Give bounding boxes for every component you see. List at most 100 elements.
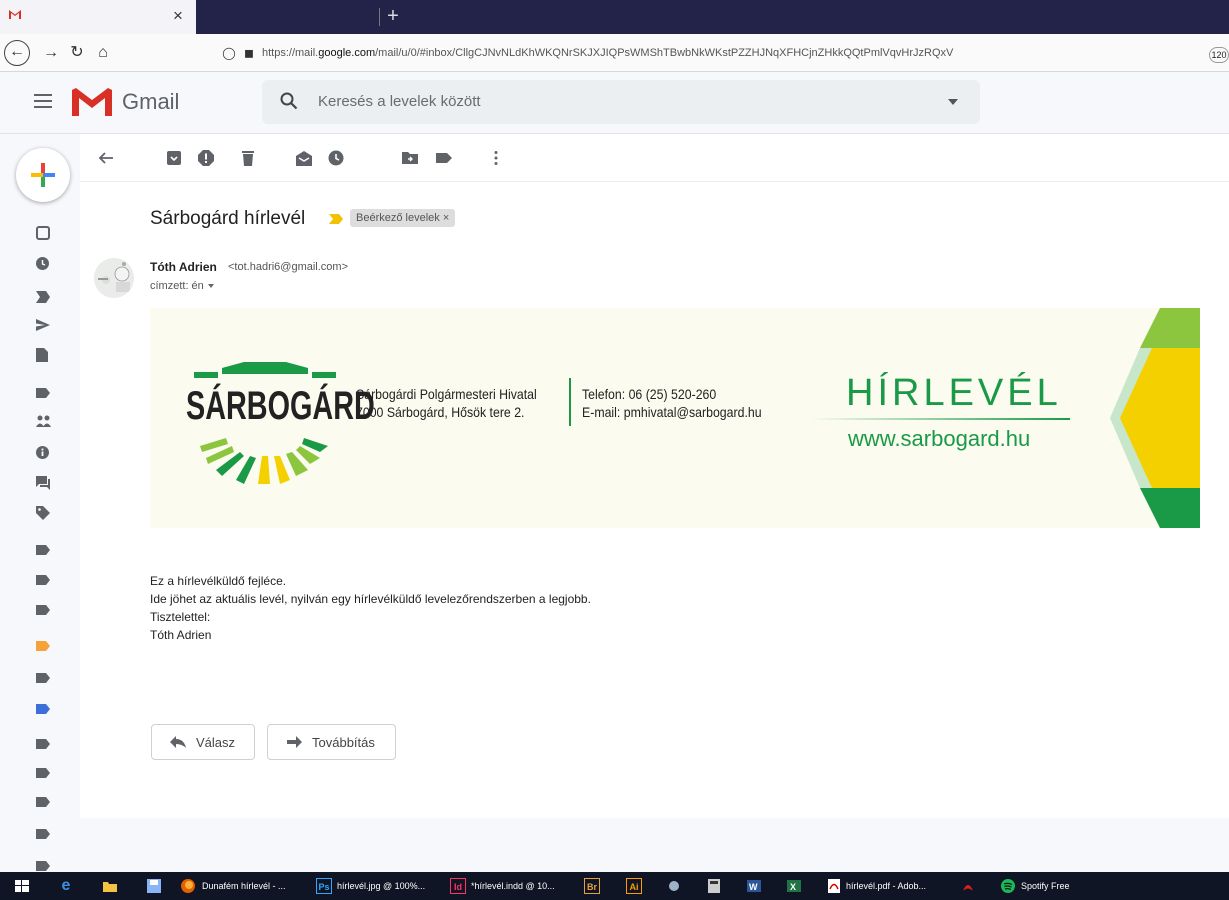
compose-plus-icon: [31, 163, 55, 187]
back-button[interactable]: ←: [4, 40, 30, 66]
search-bar[interactable]: Keresés a levelek között: [262, 80, 980, 124]
show-details-caret-icon[interactable]: [207, 284, 214, 289]
search-options-dropdown-icon[interactable]: [948, 99, 958, 105]
labels-icon[interactable]: [436, 150, 452, 166]
website-url: www.sarbogard.hu: [848, 426, 1031, 451]
lock-icon[interactable]: ◼: [238, 42, 260, 64]
label-icon[interactable]: [36, 828, 50, 840]
address-bar[interactable]: https://mail.google.com/mail/u/0/#inbox/…: [262, 43, 1229, 63]
taskbar-photoshop-window[interactable]: hírlevél.jpg @ 100%...: [337, 876, 425, 896]
inbox-icon[interactable]: [36, 226, 50, 240]
label-icon[interactable]: [36, 672, 50, 684]
svg-text:W: W: [749, 882, 758, 892]
gmail-favicon-icon: [9, 10, 21, 19]
inbox-label-chip[interactable]: Beérkező levelek ×: [350, 209, 456, 227]
label-orange-icon[interactable]: [36, 640, 50, 652]
spotify-icon[interactable]: [1000, 878, 1016, 894]
report-spam-icon[interactable]: [198, 150, 214, 166]
illustrator-icon[interactable]: Ai: [626, 878, 642, 894]
firefox-icon[interactable]: [180, 878, 196, 894]
label-icon[interactable]: [36, 738, 50, 750]
snoozed-clock-icon[interactable]: [36, 257, 49, 270]
file-explorer-icon[interactable]: [102, 878, 118, 894]
forums-icon[interactable]: [36, 476, 50, 490]
label-icon[interactable]: [36, 387, 50, 399]
office-name: Sárbogárdi Polgármesteri Hivatal: [356, 386, 537, 402]
newsletter-title-underline: [810, 418, 1070, 420]
network-app-icon[interactable]: [666, 878, 682, 894]
url-path: /mail/u/0/#inbox/CllgCJNvNLdKhWKQNrSKJXJ…: [375, 47, 954, 59]
internet-explorer-icon[interactable]: e: [58, 878, 74, 894]
browser-tab-strip: × +: [0, 0, 1229, 34]
body-line-1: Ez a hírlevélküldő fejléce.: [150, 574, 287, 588]
gmail-logo-icon[interactable]: [70, 86, 114, 118]
sender-email: <tot.hadri6@gmail.com>: [228, 261, 349, 273]
label-blue-icon[interactable]: [36, 703, 50, 715]
promotions-tag-icon[interactable]: [36, 506, 50, 520]
drafts-icon[interactable]: [36, 348, 48, 362]
body-line-3: Tisztelettel:: [150, 610, 211, 624]
mark-unread-icon[interactable]: [296, 150, 312, 166]
reply-button[interactable]: Válasz: [151, 724, 255, 760]
pdf-file-icon[interactable]: [826, 878, 842, 894]
browser-tab-gmail[interactable]: ×: [0, 0, 196, 34]
reply-arrow-icon: [170, 736, 186, 748]
message-view: Sárbogárd hírlevél Beérkező levelek × Tó…: [80, 134, 1229, 818]
sent-icon[interactable]: [36, 319, 50, 331]
taskbar-firefox-window[interactable]: Dunafém hírlevél - ...: [202, 876, 286, 896]
indesign-icon[interactable]: Id: [450, 878, 466, 894]
taskbar-acrobat-window[interactable]: hírlevél.pdf - Adob...: [846, 876, 926, 896]
label-icon[interactable]: [36, 544, 50, 556]
move-to-folder-icon[interactable]: [402, 150, 418, 166]
gmail-header: Gmail Keresés a levelek között: [0, 72, 1229, 134]
label-icon[interactable]: [36, 860, 50, 872]
calculator-icon[interactable]: [706, 878, 722, 894]
forward-button[interactable]: Továbbítás: [267, 724, 396, 760]
label-icon[interactable]: [36, 574, 50, 586]
tab-close-button[interactable]: ×: [173, 6, 183, 26]
excel-icon[interactable]: X: [786, 878, 802, 894]
delete-trash-icon[interactable]: [240, 150, 256, 166]
recipient-details[interactable]: címzett: én: [150, 280, 214, 292]
reload-icon[interactable]: ↻: [66, 42, 88, 64]
save-floppy-icon[interactable]: [146, 878, 162, 894]
bridge-icon[interactable]: Br: [584, 878, 600, 894]
shield-icon[interactable]: ◯: [218, 42, 240, 64]
banner-divider: [569, 378, 571, 426]
zoom-level[interactable]: 120: [1209, 47, 1229, 63]
acrobat-icon[interactable]: [960, 878, 976, 894]
label-icon[interactable]: [36, 604, 50, 616]
photoshop-icon[interactable]: Ps: [316, 878, 332, 894]
main-menu-icon[interactable]: [34, 94, 52, 108]
banner-logo-text: SÁRBOGÁRD: [186, 384, 375, 428]
new-tab-button[interactable]: +: [382, 3, 404, 29]
windows-taskbar: e Dunafém hírlevél - ... Ps hírlevél.jpg…: [0, 872, 1229, 900]
sender-name[interactable]: Tóth Adrien: [150, 260, 217, 274]
url-host: google.com: [318, 47, 376, 59]
label-icon[interactable]: [36, 767, 50, 779]
newsletter-title: HÍRLEVÉL: [846, 372, 1062, 414]
archive-icon[interactable]: [166, 150, 182, 166]
home-icon[interactable]: ⌂: [92, 42, 114, 64]
taskbar-indesign-window[interactable]: *hírlevél.indd @ 10...: [471, 876, 555, 896]
browser-nav-bar: ← → ↻ ⌂ ◯ ◼ https://mail.google.com/mail…: [0, 34, 1229, 72]
word-icon[interactable]: W: [746, 878, 762, 894]
reply-label: Válasz: [196, 735, 236, 750]
search-placeholder[interactable]: Keresés a levelek között: [318, 93, 481, 110]
compose-button[interactable]: [16, 148, 70, 202]
gmail-title[interactable]: Gmail: [122, 89, 179, 115]
updates-info-icon[interactable]: [36, 446, 49, 459]
taskbar-spotify-window[interactable]: Spotify Free: [1021, 876, 1070, 896]
message-subject: Sárbogárd hírlevél: [150, 208, 306, 229]
search-icon[interactable]: [280, 92, 298, 110]
windows-start-icon[interactable]: [14, 878, 30, 894]
important-marker-icon[interactable]: [329, 214, 343, 224]
back-arrow-icon[interactable]: [98, 150, 114, 166]
social-people-icon[interactable]: [36, 415, 51, 427]
label-icon[interactable]: [36, 796, 50, 808]
more-options-icon[interactable]: [488, 150, 504, 166]
important-icon[interactable]: [36, 291, 50, 303]
office-address: 7000 Sárbogárd, Hősök tere 2.: [356, 404, 525, 420]
snooze-clock-icon[interactable]: [328, 150, 344, 166]
forward-button[interactable]: →: [40, 42, 62, 64]
